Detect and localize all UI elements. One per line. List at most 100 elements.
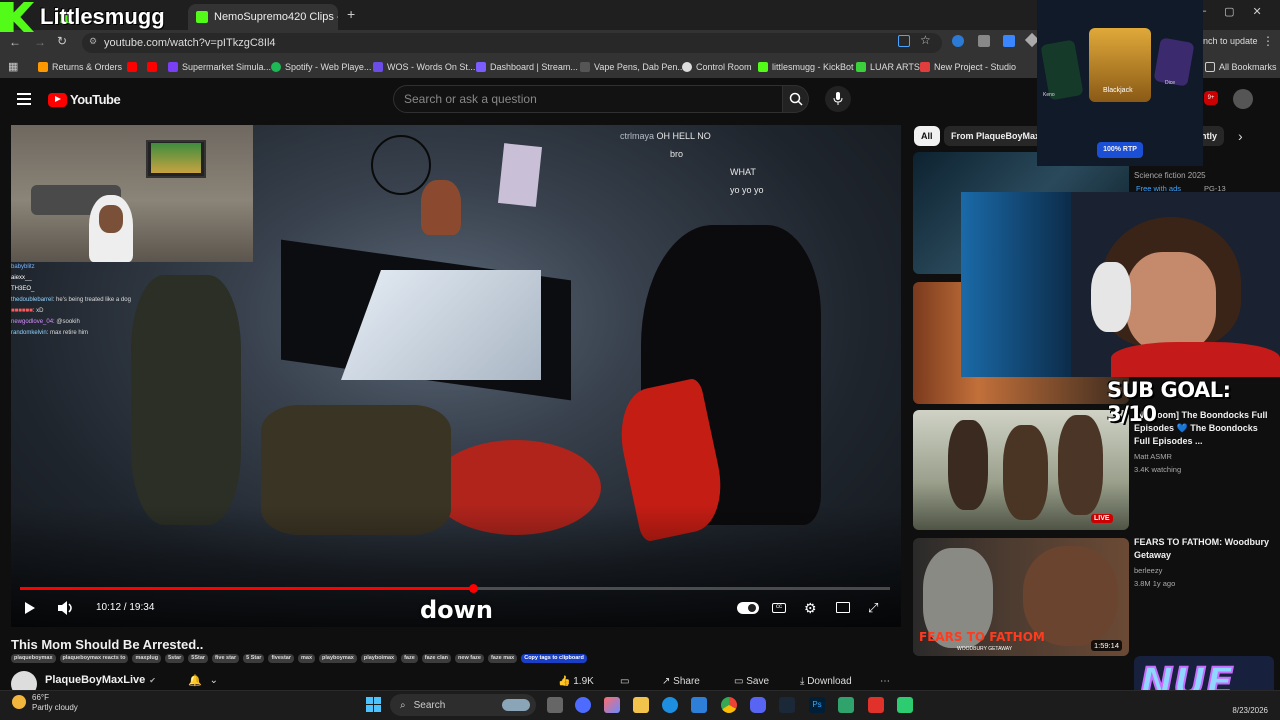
neon-light bbox=[961, 192, 1071, 377]
edge-icon[interactable] bbox=[662, 697, 678, 713]
share-button[interactable]: ↗ Share bbox=[662, 676, 700, 687]
hamburger-menu-icon[interactable] bbox=[17, 93, 31, 105]
save-button[interactable]: ▭ Save bbox=[734, 676, 769, 687]
store-icon[interactable] bbox=[691, 697, 707, 713]
tag[interactable]: fivestar bbox=[268, 654, 295, 663]
video-thumbnail[interactable]: FEARS TO FATHOM WOODBURY GETAWAY 1:59:14 bbox=[913, 538, 1129, 656]
copilot-icon[interactable] bbox=[575, 697, 591, 713]
more-icon[interactable]: ⋯ bbox=[880, 676, 890, 687]
autoplay-toggle[interactable] bbox=[737, 602, 759, 614]
task-view-icon[interactable] bbox=[547, 697, 563, 713]
tag[interactable]: playboimax bbox=[360, 654, 398, 663]
settings-gear-icon[interactable]: ⚙ bbox=[804, 600, 817, 617]
video-title[interactable]: FEARS TO FATHOM: Woodbury Getaway bbox=[1134, 536, 1270, 562]
bookmark-dashboard[interactable]: Dashboard | Stream... bbox=[476, 60, 578, 74]
bookmark-control-room[interactable]: Control Room bbox=[682, 60, 752, 74]
bookmark-new-project[interactable]: New Project - Studio bbox=[920, 60, 1016, 74]
bookmark-kickbot[interactable]: littlesmugg - KickBot bbox=[758, 60, 854, 74]
reload-icon[interactable]: ↻ bbox=[57, 34, 67, 48]
address-bar[interactable]: ⚙ youtube.com/watch?v=pITkzgC8Il4 bbox=[82, 33, 942, 53]
tag[interactable]: plaqueboymax bbox=[11, 654, 56, 663]
channel-name[interactable]: Matt ASMR bbox=[1134, 452, 1172, 461]
fullscreen-icon[interactable]: ⤢ bbox=[868, 600, 878, 616]
bookmark-vape[interactable]: Vape Pens, Dab Pen... bbox=[580, 60, 685, 74]
chat-line: WHAT bbox=[730, 167, 756, 177]
tag[interactable]: faze clan bbox=[421, 654, 452, 663]
discord-icon[interactable] bbox=[750, 697, 766, 713]
extension-icon[interactable] bbox=[1003, 35, 1015, 47]
maximize-icon[interactable]: ▢ bbox=[1224, 5, 1234, 18]
play-icon[interactable] bbox=[25, 602, 35, 614]
photoshop-icon[interactable]: Ps bbox=[809, 697, 825, 713]
new-tab-button[interactable]: + bbox=[347, 6, 355, 22]
channel-name[interactable]: berleezy bbox=[1134, 566, 1162, 575]
all-bookmarks[interactable]: All Bookmarks bbox=[1205, 60, 1277, 74]
notes-icon[interactable] bbox=[838, 697, 854, 713]
chrome-menu-icon[interactable]: ⋮ bbox=[1262, 34, 1274, 48]
chip-all[interactable]: All bbox=[914, 126, 940, 146]
close-icon[interactable]: ✕ bbox=[1253, 5, 1262, 18]
weather-icon bbox=[12, 695, 26, 709]
bookmark-supermarket[interactable]: Supermarket Simula... bbox=[168, 60, 271, 74]
voice-search-button[interactable] bbox=[825, 86, 851, 112]
weather-widget[interactable]: 66°F Partly cloudy bbox=[10, 693, 78, 713]
video-thumbnail[interactable]: LIVE bbox=[913, 410, 1129, 530]
channel-name[interactable]: PlaqueBoyMaxLive bbox=[45, 674, 145, 686]
extension-icon[interactable] bbox=[978, 35, 990, 47]
tag[interactable]: 5Star bbox=[188, 654, 209, 663]
avatar[interactable] bbox=[1233, 89, 1253, 109]
apps-grid-icon[interactable]: ▦ bbox=[8, 60, 18, 73]
thumb-title-text: FEARS TO FATHOM bbox=[919, 630, 1045, 644]
tag[interactable]: playboymax bbox=[319, 654, 357, 663]
bookmark-spotify[interactable]: Spotify - Web Playe... bbox=[271, 60, 371, 74]
tag-list: plaqueboymax plaqueboymax reacts to maxp… bbox=[11, 654, 911, 663]
update-chip[interactable]: nch to update bbox=[1203, 36, 1258, 46]
chip-from-channel[interactable]: From PlaqueBoyMax bbox=[944, 126, 1048, 146]
app-icon[interactable] bbox=[897, 697, 913, 713]
bookmark-youtube-2[interactable] bbox=[147, 60, 161, 74]
copilot-app-icon[interactable] bbox=[604, 697, 620, 713]
extension-icon[interactable] bbox=[952, 35, 964, 47]
like-button[interactable]: 👍 1.9K bbox=[558, 676, 594, 687]
taskbar-search[interactable]: ⌕ Search bbox=[390, 694, 536, 716]
windows-start-icon[interactable] bbox=[366, 697, 381, 712]
tag[interactable]: max bbox=[298, 654, 316, 663]
copy-tags-button[interactable]: Copy tags to clipboard bbox=[521, 654, 587, 663]
tag[interactable]: maxplug bbox=[132, 654, 162, 663]
chrome-icon[interactable] bbox=[721, 697, 737, 713]
tag[interactable]: 5star bbox=[165, 654, 185, 663]
tag[interactable]: five star bbox=[212, 654, 240, 663]
tag[interactable]: faze max bbox=[487, 654, 518, 663]
forward-icon[interactable]: → bbox=[34, 35, 46, 49]
red-shirt bbox=[1111, 342, 1280, 377]
tab-active[interactable]: NemoSupremo420 Clips - Watc ✕ bbox=[188, 4, 338, 30]
back-icon[interactable]: ← bbox=[9, 35, 21, 49]
bookmark-returns[interactable]: Returns & Orders bbox=[38, 60, 122, 74]
bookmark-luar[interactable]: LUAR ARTS bbox=[856, 60, 920, 74]
clock[interactable]: 8/23/2026 bbox=[1200, 696, 1268, 716]
tag[interactable]: 5 Star bbox=[243, 654, 265, 663]
bookmark-wos[interactable]: WOS - Words On St... bbox=[373, 60, 475, 74]
chevron-right-icon[interactable]: › bbox=[1238, 128, 1243, 144]
notification-badge[interactable]: 9+ bbox=[1204, 91, 1218, 105]
download-button[interactable]: ⤓ Download bbox=[800, 676, 852, 687]
install-app-icon[interactable] bbox=[898, 35, 910, 47]
bell-icon[interactable]: 🔔 bbox=[188, 674, 202, 687]
chevron-down-icon[interactable]: ⌄ bbox=[210, 675, 218, 686]
bookmark-youtube-1[interactable] bbox=[127, 60, 141, 74]
dislike-icon[interactable]: ▭ bbox=[620, 676, 629, 687]
steam-icon[interactable] bbox=[779, 697, 795, 713]
youtube-logo[interactable]: YouTube bbox=[48, 92, 121, 107]
volume-icon[interactable] bbox=[58, 601, 74, 615]
site-info-icon[interactable]: ⚙ bbox=[89, 36, 97, 47]
tag[interactable]: plaqueboymax reacts to bbox=[59, 654, 129, 663]
app-icon[interactable] bbox=[868, 697, 884, 713]
tag[interactable]: faze bbox=[401, 654, 418, 663]
file-explorer-icon[interactable] bbox=[633, 697, 649, 713]
bookmark-star-icon[interactable]: ☆ bbox=[920, 33, 931, 47]
miniplayer-icon[interactable] bbox=[836, 602, 850, 613]
chat-line: thedoublebarrel: he's being treated like… bbox=[11, 297, 131, 303]
tag[interactable]: new faze bbox=[455, 654, 484, 663]
captions-icon[interactable]: cc bbox=[772, 603, 786, 613]
search-input[interactable]: Search or ask a question bbox=[393, 85, 783, 113]
